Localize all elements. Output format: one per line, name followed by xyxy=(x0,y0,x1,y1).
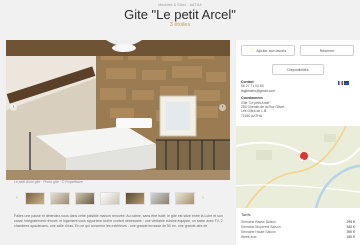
availability-button[interactable]: Disponibilités xyxy=(272,64,324,75)
description-text: Faites une pause et détendez-vous dans c… xyxy=(14,214,223,228)
tarif-row: Week-end 160 € xyxy=(236,235,360,240)
photo-caption: Le petit Arcel gîte · Photo gîte · © Pro… xyxy=(14,180,83,184)
tarif-label: Semaine Haute Saison xyxy=(241,229,276,234)
page-title: Gite "Le petit Arcel" xyxy=(124,7,236,22)
tarifs-panel: Tarifs Semaine Basse Saison 295 € Semain… xyxy=(236,208,360,245)
location-map[interactable] xyxy=(236,126,360,208)
english-flag-icon[interactable] xyxy=(344,81,349,85)
thumbnail[interactable] xyxy=(75,191,95,205)
contact-block: Contact 06 27 71 04 60 legiteslelo@gmail… xyxy=(241,80,353,118)
tarifs-title: Tarifs xyxy=(241,212,251,217)
tarif-price: 160 € xyxy=(346,235,356,240)
tarif-label: Week-end xyxy=(241,235,257,240)
thumbs-next-icon[interactable]: › xyxy=(200,195,206,201)
header: Meublés & Gîtes · AATHA Gite "Le petit A… xyxy=(0,0,360,40)
book-button[interactable]: Réserver xyxy=(300,45,354,56)
tarif-price: 295 € xyxy=(346,219,356,224)
photo-next-arrow-icon[interactable]: › xyxy=(219,104,226,111)
photo-prev-arrow-icon[interactable]: ‹ xyxy=(10,104,17,111)
tarif-label: Semaine Basse Saison xyxy=(241,219,277,224)
thumbnail[interactable] xyxy=(175,191,195,205)
thumbnail[interactable] xyxy=(100,191,120,205)
language-flags xyxy=(337,81,349,85)
heart-icon: ♡ xyxy=(249,47,255,54)
map-image xyxy=(236,126,360,208)
thumbs-prev-icon[interactable]: ‹ xyxy=(14,195,20,201)
availability-label: Disponibilités xyxy=(287,67,309,72)
tarif-label: Semaine Moyenne Saison xyxy=(241,224,281,229)
thumbnail[interactable] xyxy=(150,191,170,205)
thumbnail[interactable] xyxy=(50,191,70,205)
thumbnail-strip: ‹ › xyxy=(14,191,224,205)
add-favorite-button[interactable]: ♡ Ajouter aux favoris xyxy=(241,45,295,56)
breadcrumb[interactable]: Meublés & Gîtes · AATHA xyxy=(0,0,360,7)
add-favorite-label: Ajouter aux favoris xyxy=(256,48,287,53)
book-label: Réserver xyxy=(319,48,335,53)
thumbnail[interactable] xyxy=(25,191,45,205)
thumbnail[interactable] xyxy=(125,191,145,205)
bedroom-photo-image xyxy=(6,40,230,180)
tarif-price: 340 € xyxy=(346,224,356,229)
french-flag-icon[interactable] xyxy=(337,81,343,85)
tarif-price: 390 € xyxy=(346,229,356,234)
address-line: 71150 AATHA xyxy=(241,113,262,118)
main-photo[interactable]: ‹ › xyxy=(6,40,230,180)
page: Meublés & Gîtes · AATHA Gite "Le petit A… xyxy=(0,0,360,245)
rating-label: 3 étoiles xyxy=(169,22,191,28)
